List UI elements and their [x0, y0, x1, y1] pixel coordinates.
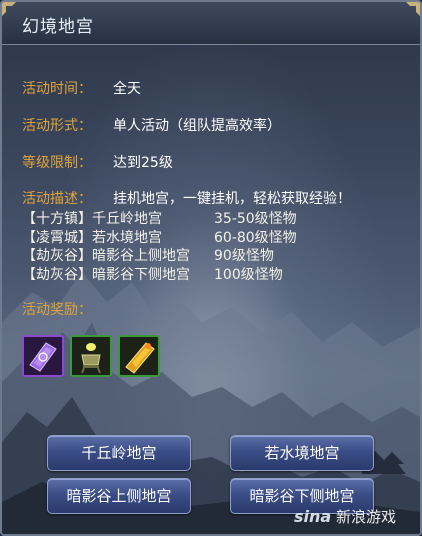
- ornament-icon: [2, 2, 16, 16]
- location-level: 90级怪物: [214, 248, 274, 264]
- ornament-icon: [406, 2, 420, 16]
- reward-slot[interactable]: [118, 335, 160, 377]
- location-place: 【凌霄城】若水境地宫: [22, 230, 162, 246]
- form-row: 活动形式： 单人活动（组队提高效率）: [22, 115, 281, 135]
- location-level: 60-80级怪物: [214, 230, 297, 246]
- desc-row: 活动描述： 挂机地宫，一键挂机，轻松获取经验！: [22, 188, 351, 208]
- purple-scroll-icon: [24, 337, 62, 375]
- level-row: 等级限制： 达到25级: [22, 152, 173, 172]
- location-place: 【劫灰谷】暗影谷下侧地宫: [22, 267, 190, 283]
- location-place: 【十方镇】千丘岭地宫: [22, 211, 162, 227]
- sina-logo: sina: [294, 507, 332, 526]
- form-value: 单人活动（组队提高效率）: [113, 118, 281, 134]
- anyinggu-upper-dungeon-button[interactable]: 暗影谷上侧地宫: [47, 478, 191, 514]
- incense-burner-icon: [72, 337, 110, 375]
- location-level: 100级怪物: [214, 267, 283, 283]
- level-value: 达到25级: [113, 155, 173, 171]
- qianqiuling-dungeon-button[interactable]: 千丘岭地宫: [47, 435, 191, 471]
- sina-watermark: sina 新浪游戏: [294, 506, 396, 527]
- reward-slot[interactable]: [70, 335, 112, 377]
- time-value: 全天: [113, 81, 141, 97]
- rewards-row: 活动奖励：: [22, 299, 92, 319]
- rewards-label: 活动奖励：: [22, 302, 92, 318]
- ruoshuijing-dungeon-button[interactable]: 若水境地宫: [230, 435, 374, 471]
- reward-slot[interactable]: [22, 335, 64, 377]
- watermark-text: 新浪游戏: [335, 508, 396, 526]
- time-label: 活动时间：: [22, 81, 92, 97]
- reward-items: [22, 335, 160, 377]
- title-bar: 幻境地宫: [2, 2, 420, 45]
- window-title: 幻境地宫: [22, 17, 94, 37]
- form-label: 活动形式：: [22, 118, 92, 134]
- location-level: 35-50级怪物: [214, 211, 297, 227]
- golden-talisman-icon: [120, 337, 158, 375]
- activity-panel: 幻境地宫 活动时间： 全天 活动形式： 单人活动（组队提高效率） 等级限制： 达…: [0, 0, 422, 536]
- time-row: 活动时间： 全天: [22, 78, 141, 98]
- desc-label: 活动描述：: [22, 191, 92, 207]
- location-place: 【劫灰谷】暗影谷上侧地宫: [22, 248, 190, 264]
- level-label: 等级限制：: [22, 155, 92, 171]
- desc-text: 挂机地宫，一键挂机，轻松获取经验！: [113, 191, 351, 207]
